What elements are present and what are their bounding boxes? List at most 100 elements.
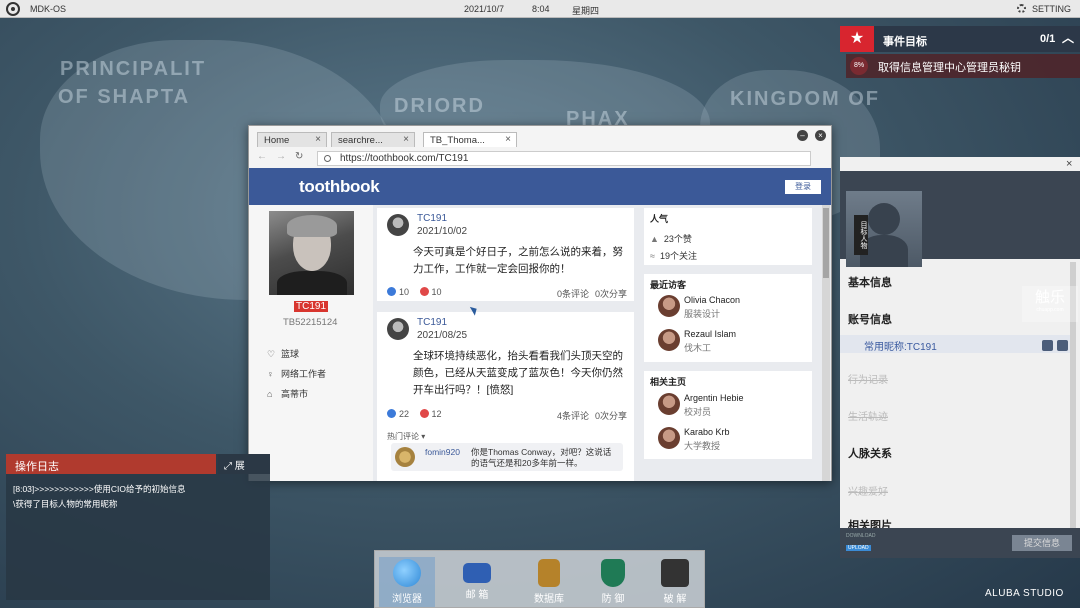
visitor-name[interactable]: Olivia Chacon	[684, 295, 740, 305]
log-line: [8:03]>>>>>>>>>>>>使用CIO给予的初始信息	[13, 484, 186, 494]
back-icon[interactable]: ←	[257, 151, 267, 162]
profile-user-id: TB52215124	[283, 317, 338, 328]
refresh-icon[interactable]: ↻	[295, 151, 303, 162]
event-progress: 0/1	[1040, 33, 1056, 45]
event-goal-header[interactable]: 事件目标 0/1 ︿	[840, 26, 1080, 52]
login-button[interactable]: 登录	[785, 180, 821, 194]
os-name: MDK-OS	[30, 4, 66, 14]
visitors-title: 最近访客	[650, 280, 687, 290]
profile-card-header: 目标人物	[840, 171, 1080, 267]
shares-count[interactable]: 0次分享	[595, 409, 627, 422]
close-icon[interactable]: ×	[403, 134, 409, 145]
objective-percent: 8%	[850, 57, 868, 75]
nickname-text: 常用昵称:TC191	[864, 342, 937, 353]
profile-job: ♀ 网络工作者	[267, 369, 327, 379]
nickname-item[interactable]: 常用昵称:TC191	[840, 335, 1074, 353]
visitor-name[interactable]: Rezaul Islam	[684, 329, 736, 339]
shield-icon	[601, 559, 625, 587]
post-date: 2021/10/02	[417, 226, 468, 237]
tab-home[interactable]: Home ×	[257, 132, 327, 147]
dock-crack[interactable]: 破 解	[647, 557, 703, 607]
url-text: https://toothbook.com/TC191	[340, 153, 469, 164]
section-basic-info[interactable]: 基本信息	[848, 274, 892, 290]
dock-defense[interactable]: 防 御	[585, 557, 641, 607]
comment-user[interactable]: fomin920	[425, 447, 460, 457]
dock-browser[interactable]: 浏览器	[379, 557, 435, 607]
profile-avatar[interactable]	[269, 211, 354, 295]
search-icon	[324, 155, 331, 162]
location-icon: ⌂	[267, 389, 273, 399]
tab-profile[interactable]: TB_Thoma... ×	[423, 132, 517, 147]
likes-count: ▲ 23个赞	[650, 234, 692, 244]
setting-button[interactable]: SETTING	[1032, 4, 1071, 14]
like-icon[interactable]	[387, 287, 396, 296]
post-author[interactable]: TC191	[417, 213, 447, 224]
comments-count[interactable]: 0条评论	[557, 287, 589, 300]
shares-count[interactable]: 0次分享	[595, 287, 627, 300]
tab-label: TB_Thoma...	[430, 135, 485, 146]
dock-mail[interactable]: 邮 箱	[449, 557, 505, 607]
mail-icon	[463, 563, 491, 583]
close-icon[interactable]: ×	[1066, 158, 1072, 170]
related-name[interactable]: Argentin Hebie	[684, 393, 744, 403]
submit-info-button[interactable]: 提交信息	[1012, 535, 1072, 551]
download-tag: DOWNLOAD	[846, 533, 876, 539]
hot-comment-label[interactable]: 热门评论 ▾	[387, 431, 425, 442]
dock-database[interactable]: 数据库	[521, 557, 577, 607]
site-header: toothbook 登录	[249, 168, 831, 205]
map-label: PRINCIPALIT	[60, 58, 207, 80]
tab-search[interactable]: searchre... ×	[331, 132, 415, 147]
refresh-icon[interactable]	[1057, 340, 1068, 351]
post-stats: 22 12 4条评论 0次分享	[387, 409, 630, 422]
expand-icon: ⤢	[224, 461, 235, 472]
target-tag: 目标人物	[854, 215, 868, 255]
like-icon[interactable]	[387, 409, 396, 418]
minimize-button[interactable]: –	[797, 130, 808, 141]
rss-icon: ≈	[650, 251, 655, 261]
avatar[interactable]	[395, 447, 415, 467]
forward-icon[interactable]: →	[276, 151, 286, 162]
profile-username[interactable]: TC191	[294, 301, 329, 312]
log-line: \获得了目标人物的常用昵称	[13, 499, 118, 509]
weekday: 星期四	[572, 6, 600, 16]
post-author[interactable]: TC191	[417, 317, 447, 328]
post-text: 全球环境持续恶化，抬头看看我们头顶天空的颜色，已经从天蓝变成了蓝灰色！今天你仍然…	[413, 350, 623, 396]
avatar[interactable]	[658, 329, 680, 351]
avatar[interactable]	[387, 214, 409, 236]
close-icon[interactable]: ×	[505, 134, 511, 145]
avatar[interactable]	[658, 295, 680, 317]
heart-icon[interactable]	[419, 409, 429, 418]
visitor-role: 服装设计	[684, 309, 721, 319]
map-label: OF SHAPTA	[58, 86, 191, 108]
target-profile-panel: × 目标人物 基本信息 账号信息 常用昵称:TC191 行为记录 生活轨迹 人脉…	[840, 157, 1080, 558]
lock-icon[interactable]	[1042, 340, 1053, 351]
app-dock: 浏览器 邮 箱 数据库 防 御 破 解	[374, 550, 705, 608]
event-title: 事件目标	[883, 36, 927, 48]
operation-log: 操作日志 ⤢ 展 [8:03]>>>>>>>>>>>>使用CIO给予的初始信息 …	[6, 454, 270, 600]
page-scroll-thumb[interactable]	[823, 208, 829, 278]
hot-comment: fomin920 你是Thomas Conway，对吧？这说话的语气还是和20多…	[391, 443, 623, 471]
avatar[interactable]	[658, 427, 680, 449]
browser-globe-icon	[393, 559, 421, 587]
avatar[interactable]	[658, 393, 680, 415]
related-name[interactable]: Karabo Krb	[684, 427, 730, 437]
upload-tag: UPLOAD	[846, 545, 871, 551]
comments-count[interactable]: 4条评论	[557, 409, 589, 422]
section-relations[interactable]: 人脉关系	[848, 445, 892, 461]
avatar[interactable]	[387, 318, 409, 340]
profile-city: ⌂ 高蒂市	[267, 389, 309, 399]
close-window-button[interactable]: ×	[815, 130, 826, 141]
gear-icon[interactable]	[1017, 4, 1026, 13]
os-logo-icon[interactable]	[6, 2, 20, 16]
address-bar[interactable]: https://toothbook.com/TC191	[317, 151, 811, 166]
chevron-up-icon[interactable]: ︿	[1062, 29, 1074, 46]
section-account-info[interactable]: 账号信息	[848, 311, 892, 327]
post-card: TC191 2021/10/02 今天可真是个好日子，之前怎么说的来着，努力工作…	[377, 208, 634, 301]
close-icon[interactable]: ×	[315, 134, 321, 145]
visitor-role: 伐木工	[684, 343, 712, 353]
time: 8:04	[532, 4, 550, 14]
site-logo[interactable]: toothbook	[299, 177, 380, 197]
related-role: 校对员	[684, 407, 712, 417]
heart-icon[interactable]	[419, 287, 429, 296]
expand-log-button[interactable]: ⤢ 展	[218, 454, 270, 474]
